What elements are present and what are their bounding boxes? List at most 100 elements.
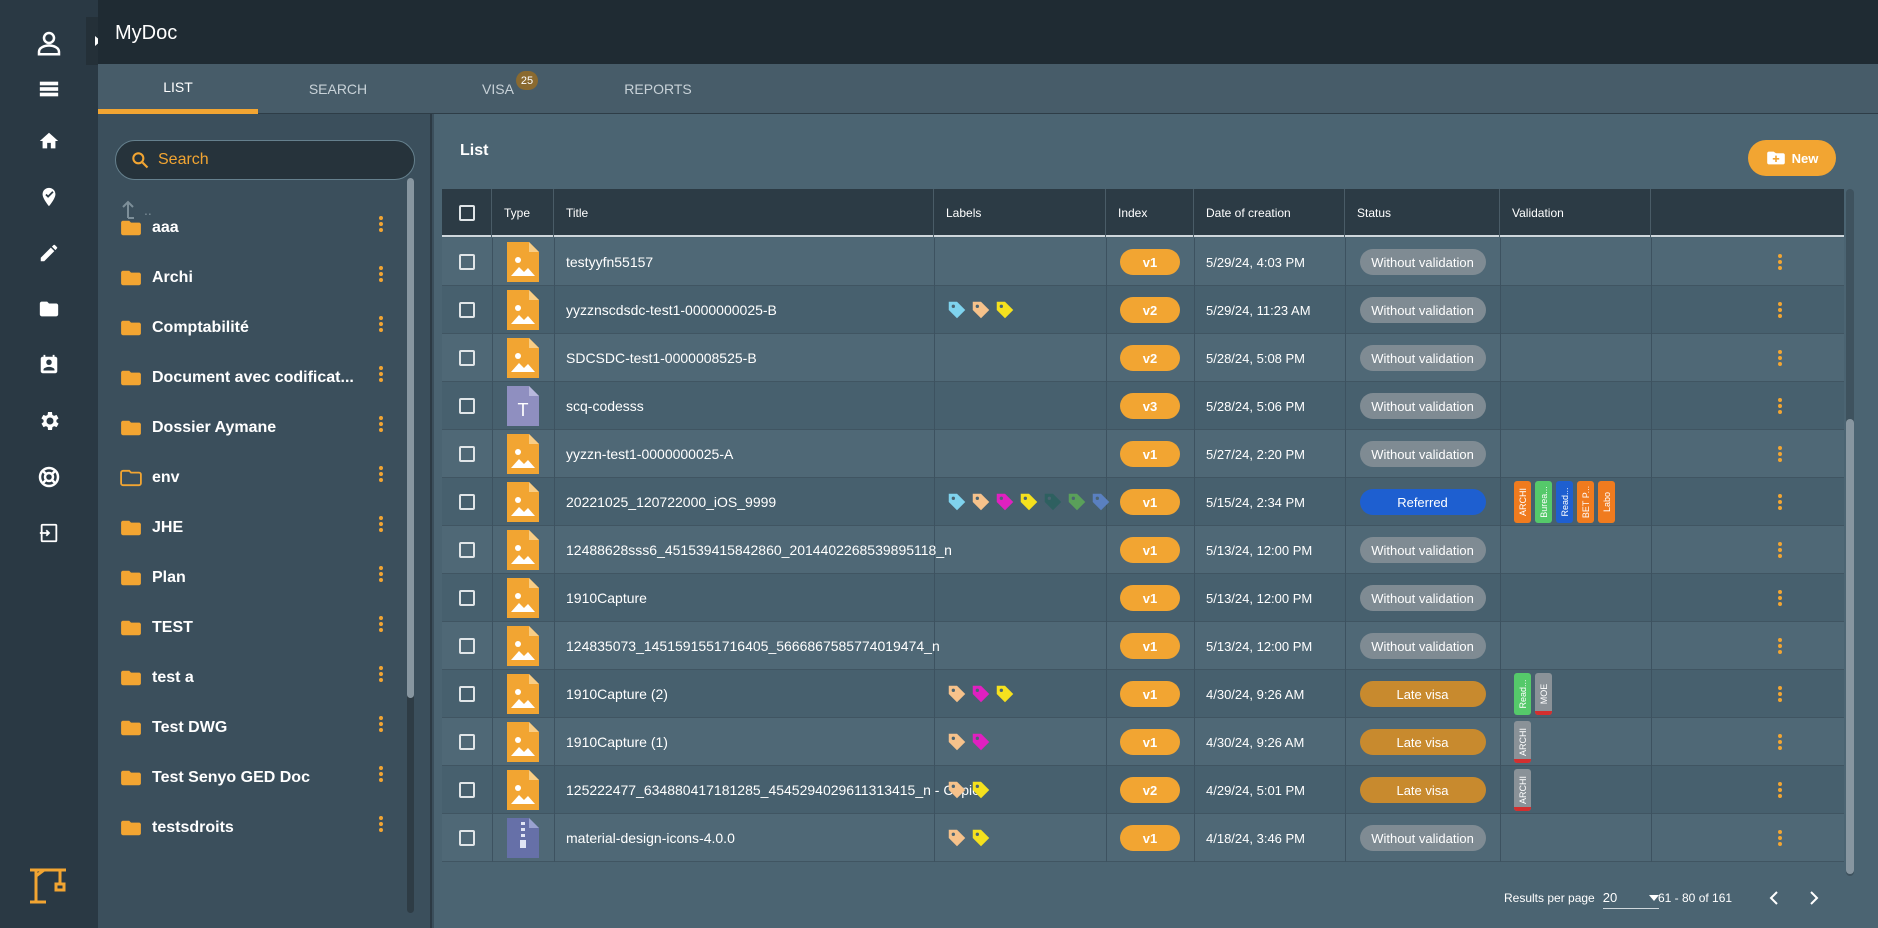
pencil-icon[interactable] <box>30 234 68 272</box>
row-menu-icon[interactable] <box>1773 780 1787 800</box>
row-title[interactable]: material-design-icons-4.0.0 <box>566 814 926 862</box>
table-row[interactable]: material-design-icons-4.0.0 v1 4/18/24, 3:… <box>442 814 1844 862</box>
validation-chip[interactable]: BET P... <box>1577 481 1594 523</box>
next-page-button[interactable] <box>1803 887 1825 909</box>
row-title[interactable]: yyzzn-test1-0000000025-A <box>566 430 926 478</box>
folder-item[interactable]: test a <box>120 658 382 698</box>
table-row[interactable]: testyyfn55157 v1 5/29/24, 4:03 PM Without v… <box>442 238 1844 286</box>
row-menu-icon[interactable] <box>1773 396 1787 416</box>
sidebar-scrollbar[interactable] <box>407 178 414 913</box>
folder-menu-icon[interactable] <box>374 564 388 584</box>
folder-item[interactable]: JHE <box>120 508 382 548</box>
table-scrollbar[interactable] <box>1846 189 1854 876</box>
col-labels[interactable]: Labels <box>934 189 1106 237</box>
row-title[interactable]: 125222477_634880417181285_45452940296113… <box>566 766 980 814</box>
folder-menu-icon[interactable] <box>374 664 388 684</box>
contact-icon[interactable] <box>30 346 68 384</box>
row-title[interactable]: 20221025_120722000_iOS_9999 <box>566 478 926 526</box>
gear-icon[interactable] <box>30 402 68 440</box>
home-icon[interactable] <box>30 122 68 160</box>
prev-page-button[interactable] <box>1763 887 1785 909</box>
row-checkbox[interactable] <box>459 830 475 846</box>
table-row[interactable]: SDCSDC-test1-0000008525-B v2 5/28/24, 5:08… <box>442 334 1844 382</box>
row-checkbox[interactable] <box>459 254 475 270</box>
row-title[interactable]: SDCSDC-test1-0000008525-B <box>566 334 926 382</box>
validation-chip[interactable]: Labo <box>1598 481 1615 523</box>
folder-menu-icon[interactable] <box>374 514 388 534</box>
col-index[interactable]: Index <box>1106 189 1194 237</box>
row-checkbox[interactable] <box>459 590 475 606</box>
row-menu-icon[interactable] <box>1773 588 1787 608</box>
new-button[interactable]: New <box>1748 140 1836 176</box>
row-menu-icon[interactable] <box>1773 444 1787 464</box>
folder-item[interactable]: Document avec codificat... <box>120 358 382 398</box>
folder-menu-icon[interactable] <box>374 264 388 284</box>
row-menu-icon[interactable] <box>1773 828 1787 848</box>
folder-menu-icon[interactable] <box>374 814 388 834</box>
row-title[interactable]: 1910Capture (2) <box>566 670 926 718</box>
search-input[interactable] <box>158 151 398 169</box>
list-icon[interactable] <box>30 70 68 108</box>
row-title[interactable]: 12488628sss6_451539415842860_20144022685… <box>566 526 952 574</box>
table-scrollbar-thumb[interactable] <box>1846 419 1854 874</box>
logout-icon[interactable] <box>30 514 68 552</box>
row-checkbox[interactable] <box>459 398 475 414</box>
col-date[interactable]: Date of creation <box>1194 189 1345 237</box>
table-row[interactable]: 125222477_634880417181285_45452940296113… <box>442 766 1844 814</box>
tab-list[interactable]: LIST <box>98 64 258 114</box>
validation-chip[interactable]: Read... <box>1556 481 1573 523</box>
table-row[interactable]: 1910Capture (2) v1 4/30/24, 9:26 AM Late vi… <box>442 670 1844 718</box>
verified-icon[interactable] <box>30 178 68 216</box>
row-checkbox[interactable] <box>459 350 475 366</box>
row-menu-icon[interactable] <box>1773 252 1787 272</box>
folder-item[interactable]: aaa <box>120 208 382 248</box>
row-checkbox[interactable] <box>459 734 475 750</box>
folder-item[interactable]: Comptabilité <box>120 308 382 348</box>
row-menu-icon[interactable] <box>1773 684 1787 704</box>
table-row[interactable]: Tscq-codesss v3 5/28/24, 5:06 PM Without va… <box>442 382 1844 430</box>
folder-item[interactable]: Plan <box>120 558 382 598</box>
row-menu-icon[interactable] <box>1773 636 1787 656</box>
validation-chip[interactable]: ARCHI <box>1514 481 1531 523</box>
col-status[interactable]: Status <box>1345 189 1500 237</box>
row-checkbox[interactable] <box>459 542 475 558</box>
row-checkbox[interactable] <box>459 302 475 318</box>
tab-reports[interactable]: REPORTS <box>578 64 738 114</box>
table-row[interactable]: yyzznscdsdc-test1-0000000025-B v2 5/29/24,… <box>442 286 1844 334</box>
folder-menu-icon[interactable] <box>374 614 388 634</box>
folder-item[interactable]: Test Senyo GED Doc <box>120 758 382 798</box>
validation-chip[interactable]: ARCHI <box>1514 721 1531 763</box>
tab-search[interactable]: SEARCH <box>258 64 418 114</box>
validation-chip[interactable]: Burea... <box>1535 481 1552 523</box>
table-row[interactable]: 124835073_1451591551716405_5666867585774… <box>442 622 1844 670</box>
folder-item[interactable]: Test DWG <box>120 708 382 748</box>
table-row[interactable]: 1910Capture v1 5/13/24, 12:00 PM Without va… <box>442 574 1844 622</box>
row-checkbox[interactable] <box>459 782 475 798</box>
table-row[interactable]: 1910Capture (1) v1 4/30/24, 9:26 AM Late vi… <box>442 718 1844 766</box>
results-per-page-select[interactable]: 20 <box>1602 887 1659 909</box>
person-icon[interactable] <box>30 24 68 62</box>
row-checkbox[interactable] <box>459 446 475 462</box>
row-menu-icon[interactable] <box>1773 492 1787 512</box>
folder-menu-icon[interactable] <box>374 764 388 784</box>
folder-menu-icon[interactable] <box>374 414 388 434</box>
row-title[interactable]: yyzznscdsdc-test1-0000000025-B <box>566 286 926 334</box>
col-title[interactable]: Title <box>554 189 934 237</box>
row-menu-icon[interactable] <box>1773 348 1787 368</box>
row-checkbox[interactable] <box>459 638 475 654</box>
col-type[interactable]: Type <box>492 189 554 237</box>
row-checkbox[interactable] <box>459 686 475 702</box>
folder-menu-icon[interactable] <box>374 464 388 484</box>
validation-chip[interactable]: Read... <box>1514 673 1531 715</box>
table-row[interactable]: 20221025_120722000_iOS_9999 v1 5/15/24, 2:… <box>442 478 1844 526</box>
sidebar-scrollbar-thumb[interactable] <box>407 178 414 698</box>
folder-menu-icon[interactable] <box>374 364 388 384</box>
validation-chip[interactable]: ARCHI <box>1514 769 1531 811</box>
row-title[interactable]: scq-codesss <box>566 382 926 430</box>
row-menu-icon[interactable] <box>1773 540 1787 560</box>
row-title[interactable]: 1910Capture (1) <box>566 718 926 766</box>
lifebuoy-icon[interactable] <box>30 458 68 496</box>
folder-item[interactable]: Archi <box>120 258 382 298</box>
tab-visa[interactable]: VISA <box>418 64 578 114</box>
row-title[interactable]: testyyfn55157 <box>566 238 926 286</box>
